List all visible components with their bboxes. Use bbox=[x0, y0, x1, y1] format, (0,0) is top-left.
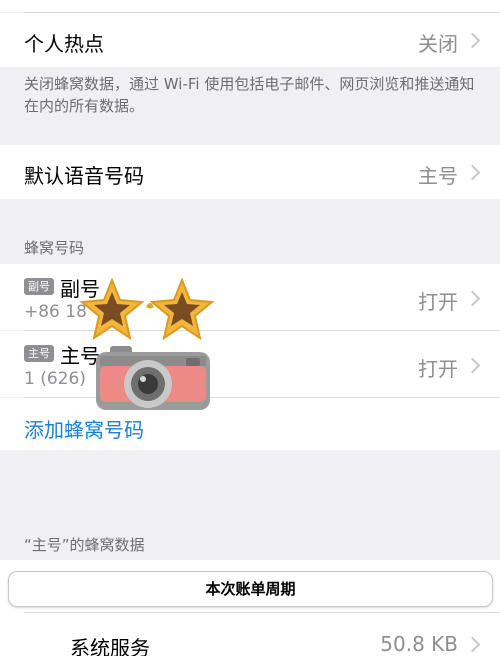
system-services-value: 50.8 KB bbox=[380, 632, 458, 656]
cellular-data-note: 关闭蜂窝数据，通过 Wi-Fi 使用包括电子邮件、网页浏览和推送通知在内的所有数… bbox=[24, 75, 475, 115]
line-number: +86 18 bbox=[24, 302, 87, 322]
line-badge: 副号 bbox=[24, 278, 54, 295]
chevron-right-icon bbox=[464, 32, 481, 49]
chevron-right-icon bbox=[464, 164, 481, 181]
personal-hotspot-row[interactable]: 个人热点 关闭 bbox=[0, 13, 500, 67]
main-line-data-header: “主号”的蜂窝数据 bbox=[24, 536, 145, 554]
system-services-row[interactable]: 系统服务 50.8 KB bbox=[0, 618, 500, 656]
default-voice-label: 默认语音号码 bbox=[24, 164, 144, 188]
default-voice-row[interactable]: 默认语音号码 主号 bbox=[0, 145, 500, 199]
personal-hotspot-label: 个人热点 bbox=[24, 32, 104, 56]
add-cellular-number-link[interactable]: 添加蜂窝号码 bbox=[24, 414, 144, 443]
default-voice-value: 主号 bbox=[418, 164, 458, 188]
line-name: 副号 bbox=[60, 277, 100, 301]
add-cellular-number-row[interactable]: 添加蜂窝号码 bbox=[0, 398, 500, 450]
chevron-right-icon bbox=[464, 290, 481, 307]
line-name: 主号 bbox=[60, 344, 100, 368]
row-separator bbox=[24, 612, 500, 613]
chevron-right-icon bbox=[464, 636, 481, 653]
cellular-numbers-header: 蜂窝号码 bbox=[24, 239, 85, 257]
chevron-right-icon bbox=[464, 357, 481, 374]
top-cropped-row bbox=[0, 0, 500, 12]
line-number: 1 (626) bbox=[24, 369, 86, 389]
line-badge: 主号 bbox=[24, 345, 54, 362]
line-status: 打开 bbox=[418, 357, 458, 381]
secondary-line-row[interactable]: 副号 副号 +86 18 打开 bbox=[0, 264, 500, 330]
line-status: 打开 bbox=[418, 290, 458, 314]
system-services-label: 系统服务 bbox=[70, 636, 150, 656]
personal-hotspot-value: 关闭 bbox=[418, 32, 458, 56]
primary-line-row[interactable]: 主号 主号 1 (626) 打开 bbox=[0, 331, 500, 397]
billing-cycle-button[interactable]: 本次账单周期 bbox=[8, 571, 493, 607]
